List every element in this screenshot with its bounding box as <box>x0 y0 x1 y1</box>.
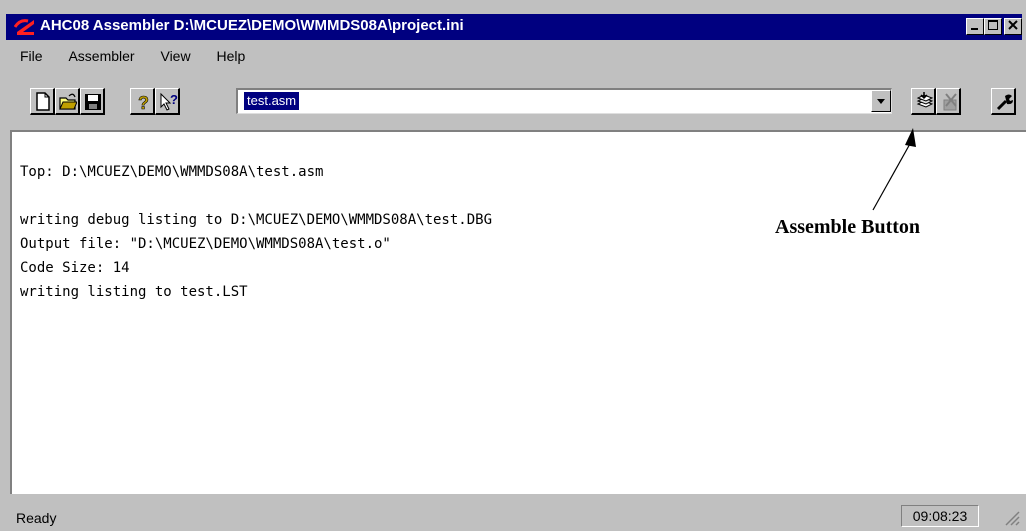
assembler-window: AHC08 Assembler D:\MCUEZ\DEMO\WMMDS08A\p… <box>0 0 1026 531</box>
resize-grip-icon[interactable] <box>1004 510 1020 526</box>
status-clock: 09:08:23 <box>901 505 979 527</box>
annotation-arrow <box>872 128 916 211</box>
status-bar: Ready 09:08:23 <box>6 500 1026 531</box>
status-text: Ready <box>16 510 57 526</box>
annotation-label: Assemble Button <box>775 216 921 238</box>
